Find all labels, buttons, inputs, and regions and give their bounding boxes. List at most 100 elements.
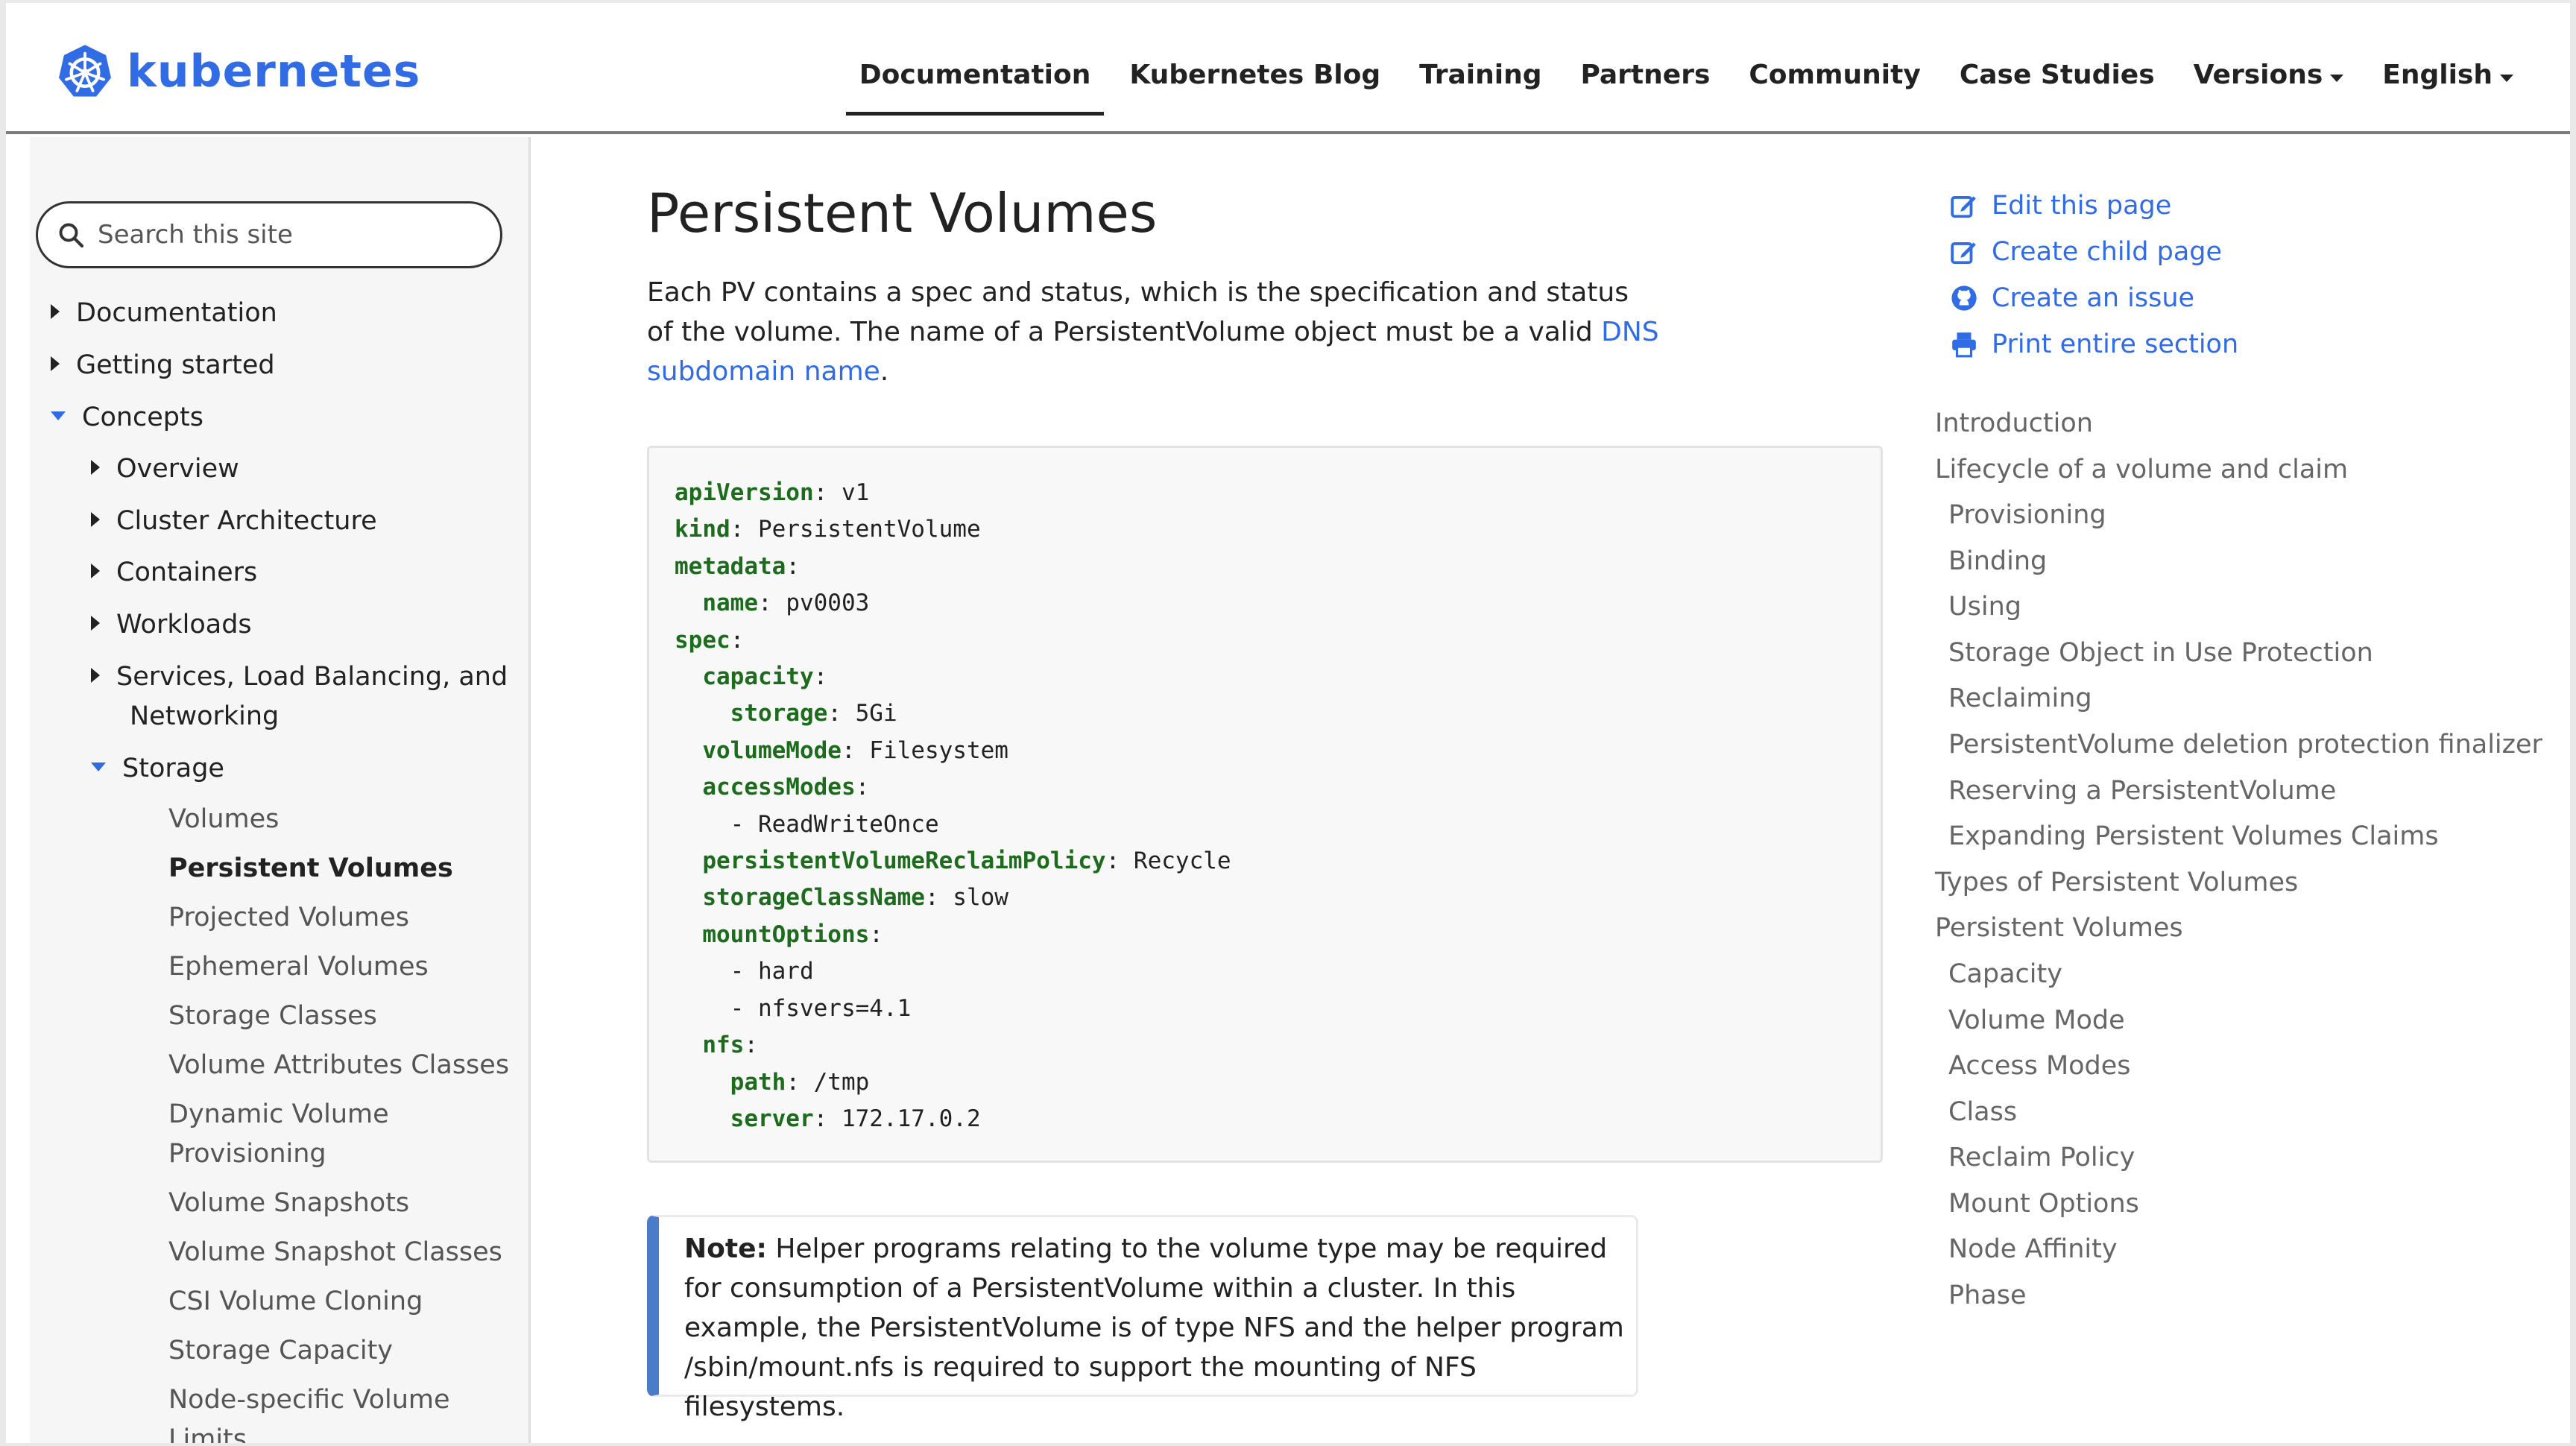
code-line: server: 172.17.0.2 (675, 1105, 981, 1132)
edit-page-link[interactable]: Edit this page (1950, 191, 2171, 221)
code-line: kind: PersistentVolume (675, 516, 981, 543)
sidebar-item-services[interactable]: Services, Load Balancing, and (91, 657, 508, 696)
intro-text-end: . (880, 356, 889, 387)
nav-community[interactable]: Community (1749, 49, 1920, 131)
sidebar-item-documentation[interactable]: Documentation (51, 294, 277, 332)
caret-down-icon (51, 411, 66, 420)
sidebar-item-overview[interactable]: Overview (91, 449, 239, 488)
page-title: Persistent Volumes (647, 182, 1158, 244)
caret-down-icon (2330, 75, 2344, 82)
sidebar-item-csi-volume-cloning[interactable]: CSI Volume Cloning (168, 1282, 423, 1321)
toc-using[interactable]: Using (1948, 592, 2021, 622)
nav-documentation[interactable]: Documentation (845, 49, 1104, 131)
code-line: nfs: (675, 1032, 758, 1059)
sidebar-item-node-specific-volume-cont[interactable]: Limits (168, 1420, 247, 1443)
code-line: volumeMode: Filesystem (675, 736, 1008, 764)
caret-down-icon (2500, 75, 2513, 82)
nav-versions-label: Versions (2193, 60, 2323, 90)
sidebar-item-storage-capacity[interactable]: Storage Capacity (168, 1331, 393, 1370)
caret-right-icon (91, 460, 100, 475)
code-line: mountOptions: (675, 921, 883, 948)
nav-training[interactable]: Training (1419, 49, 1541, 131)
sidebar-item-getting-started[interactable]: Getting started (51, 346, 275, 385)
toc-lifecycle[interactable]: Lifecycle of a volume and claim (1935, 455, 2348, 484)
sidebar-item-storage-classes[interactable]: Storage Classes (168, 997, 377, 1035)
sidebar-item-cluster-architecture[interactable]: Cluster Architecture (91, 502, 377, 540)
toc-persistent-volumes[interactable]: Persistent Volumes (1935, 913, 2183, 943)
print-section-link[interactable]: Print entire section (1950, 329, 2238, 359)
sidebar-item-volume-snapshots[interactable]: Volume Snapshots (168, 1184, 409, 1222)
code-line: accessModes: (675, 774, 870, 801)
code-line: persistentVolumeReclaimPolicy: Recycle (675, 847, 1231, 875)
sidebar-item-projected-volumes[interactable]: Projected Volumes (168, 898, 409, 937)
top-navbar: kubernetes Documentation Kubernetes Blog… (6, 3, 2570, 134)
toc-binding[interactable]: Binding (1948, 546, 2047, 576)
note-body: Helper programs relating to the volume t… (684, 1234, 1624, 1422)
sidebar-item-node-specific-volume[interactable]: Node-specific Volume (168, 1380, 450, 1419)
create-issue-link[interactable]: Create an issue (1950, 283, 2194, 313)
toc-reclaiming[interactable]: Reclaiming (1948, 683, 2092, 713)
caret-right-icon (91, 512, 100, 527)
page: kubernetes Documentation Kubernetes Blog… (6, 3, 2570, 1443)
toc-mount-options[interactable]: Mount Options (1948, 1189, 2139, 1219)
nav-kubernetes-blog[interactable]: Kubernetes Blog (1129, 49, 1380, 131)
brand-logo[interactable]: kubernetes (57, 37, 420, 106)
kubernetes-helm-icon (59, 45, 111, 97)
code-line: metadata: (675, 552, 800, 580)
sidebar-item-workloads[interactable]: Workloads (91, 605, 252, 644)
code-line: - hard (675, 958, 814, 985)
caret-down-icon (91, 763, 106, 771)
intro-text: Each PV contains a spec and status, whic… (647, 277, 1629, 347)
code-line: - ReadWriteOnce (675, 810, 939, 838)
sidebar-item-dynamic-volume[interactable]: Dynamic Volume (168, 1095, 389, 1134)
sidebar-item-dynamic-volume-cont[interactable]: Provisioning (168, 1134, 326, 1173)
sidebar-item-storage[interactable]: Storage (91, 749, 224, 788)
toc-access-modes[interactable]: Access Modes (1948, 1051, 2131, 1081)
toc-phase[interactable]: Phase (1948, 1281, 2027, 1310)
nav-links: Documentation Kubernetes Blog Training P… (821, 49, 2513, 131)
code-line: storageClassName: slow (675, 884, 1008, 912)
note-callout: Note: Helper programs relating to the vo… (647, 1215, 1638, 1422)
sidebar-item-services-cont[interactable]: Networking (130, 697, 279, 736)
brand-name: kubernetes (127, 45, 421, 98)
print-icon (1952, 332, 1976, 358)
toc-introduction[interactable]: Introduction (1935, 408, 2093, 438)
nav-language-dropdown[interactable]: English (2382, 49, 2513, 131)
code-line: apiVersion: v1 (675, 479, 870, 506)
sidebar-item-ephemeral-volumes[interactable]: Ephemeral Volumes (168, 947, 429, 986)
toc-deletion-protection-finalizer[interactable]: PersistentVolume deletion protection fin… (1948, 730, 2542, 760)
toc-storage-object-protection[interactable]: Storage Object in Use Protection (1948, 638, 2373, 668)
toc-provisioning[interactable]: Provisioning (1948, 500, 2106, 530)
toc-reserving-pv[interactable]: Reserving a PersistentVolume (1948, 776, 2336, 806)
sidebar-item-containers[interactable]: Containers (91, 553, 257, 592)
caret-right-icon (91, 563, 100, 578)
toc-volume-mode[interactable]: Volume Mode (1948, 1005, 2125, 1035)
toc-types-of-pv[interactable]: Types of Persistent Volumes (1935, 868, 2298, 897)
toc-class[interactable]: Class (1948, 1097, 2017, 1127)
toc-node-affinity[interactable]: Node Affinity (1948, 1234, 2118, 1264)
edit-icon (1951, 242, 1976, 265)
github-icon (1951, 285, 1977, 311)
sidebar-item-volumes[interactable]: Volumes (168, 800, 279, 839)
note-label: Note: (684, 1234, 767, 1264)
create-child-page-link[interactable]: Create child page (1950, 237, 2222, 267)
caret-right-icon (51, 356, 60, 371)
sidebar-item-persistent-volumes[interactable]: Persistent Volumes (168, 849, 453, 888)
toc-expanding-pvc[interactable]: Expanding Persistent Volumes Claims (1948, 821, 2439, 851)
sidebar-item-volume-snapshot-classes[interactable]: Volume Snapshot Classes (168, 1233, 502, 1272)
edit-icon (1951, 196, 1976, 218)
toc-reclaim-policy[interactable]: Reclaim Policy (1948, 1143, 2135, 1172)
code-line: spec: (675, 626, 745, 654)
toc-capacity[interactable]: Capacity (1948, 959, 2062, 989)
sidebar-item-volume-attributes-classes[interactable]: Volume Attributes Classes (168, 1046, 509, 1084)
note-text: Note: Helper programs relating to the vo… (684, 1229, 1631, 1427)
caret-right-icon (91, 668, 100, 683)
sidebar-item-concepts[interactable]: Concepts (51, 398, 203, 437)
nav-partners[interactable]: Partners (1580, 49, 1710, 131)
code-line: path: /tmp (675, 1068, 870, 1096)
search-input[interactable] (96, 219, 487, 250)
search-icon (59, 223, 84, 248)
caret-right-icon (91, 616, 100, 631)
nav-case-studies[interactable]: Case Studies (1960, 49, 2155, 131)
nav-versions-dropdown[interactable]: Versions (2194, 49, 2344, 131)
